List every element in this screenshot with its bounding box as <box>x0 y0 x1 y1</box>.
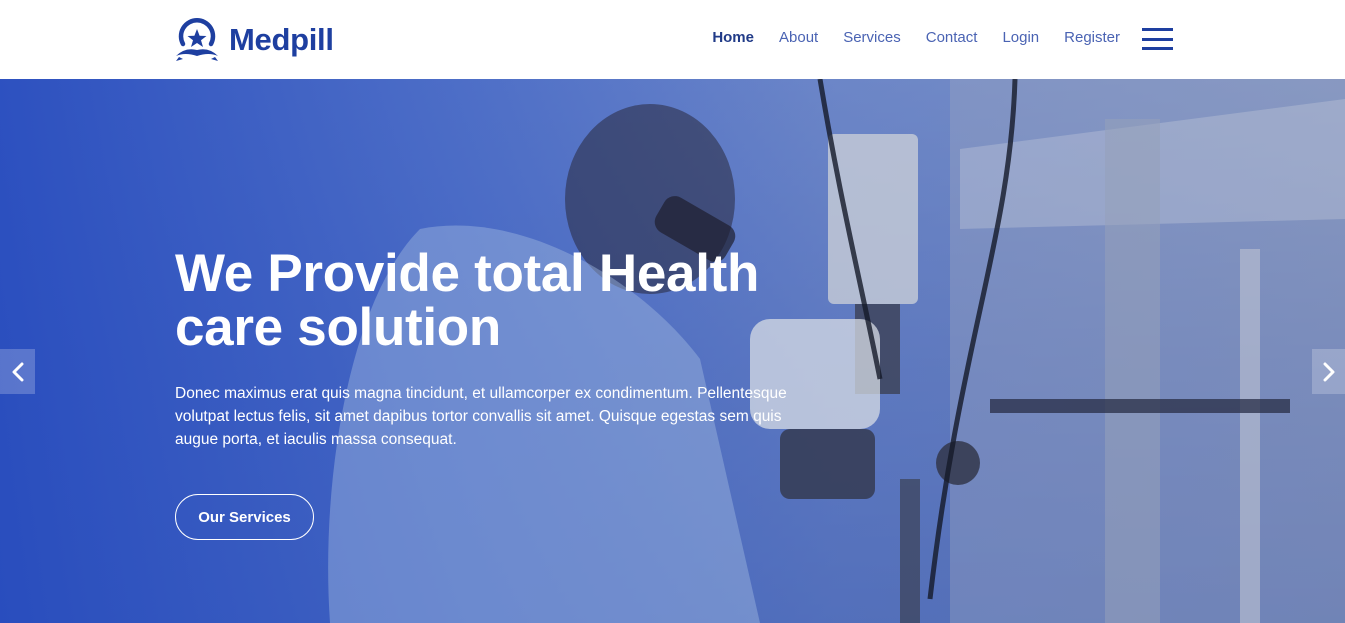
nav-link-register[interactable]: Register <box>1064 29 1120 46</box>
nav-item-register: Register <box>1064 28 1120 48</box>
nav-item-contact: Contact <box>926 28 978 48</box>
brand-logo[interactable]: Medpill <box>173 16 334 64</box>
nav-item-services: Services <box>843 28 901 48</box>
carousel-next-button[interactable] <box>1312 349 1345 394</box>
hero-slider: We Provide total Health care solution Do… <box>0 79 1345 623</box>
navbar: Medpill Home About Services Contact Logi… <box>0 0 1345 79</box>
nav-link-about[interactable]: About <box>779 29 818 46</box>
chevron-left-icon <box>12 362 23 381</box>
hero-description: Donec maximus erat quis magna tincidunt,… <box>175 385 787 448</box>
nav-item-home: Home <box>712 28 754 48</box>
nav-item-about: About <box>779 28 818 48</box>
hamburger-bar <box>1142 37 1173 41</box>
hamburger-bar <box>1142 28 1173 31</box>
hamburger-menu-icon[interactable] <box>1142 28 1173 50</box>
carousel-prev-button[interactable] <box>0 349 35 394</box>
hamburger-bar <box>1142 47 1173 50</box>
brand-name: Medpill <box>229 22 334 57</box>
nav-link-services[interactable]: Services <box>843 29 901 46</box>
nav-link-contact[interactable]: Contact <box>926 29 978 46</box>
hero-title: We Provide total Health care solution <box>175 244 760 357</box>
main-nav: Home About Services Contact Login Regist… <box>712 28 1120 48</box>
nav-item-login: Login <box>1002 28 1039 48</box>
our-services-button[interactable]: Our Services <box>175 494 314 540</box>
star-badge-icon <box>176 18 218 61</box>
chevron-right-icon <box>1323 362 1334 381</box>
nav-link-home[interactable]: Home <box>712 29 754 46</box>
nav-link-login[interactable]: Login <box>1002 29 1039 46</box>
